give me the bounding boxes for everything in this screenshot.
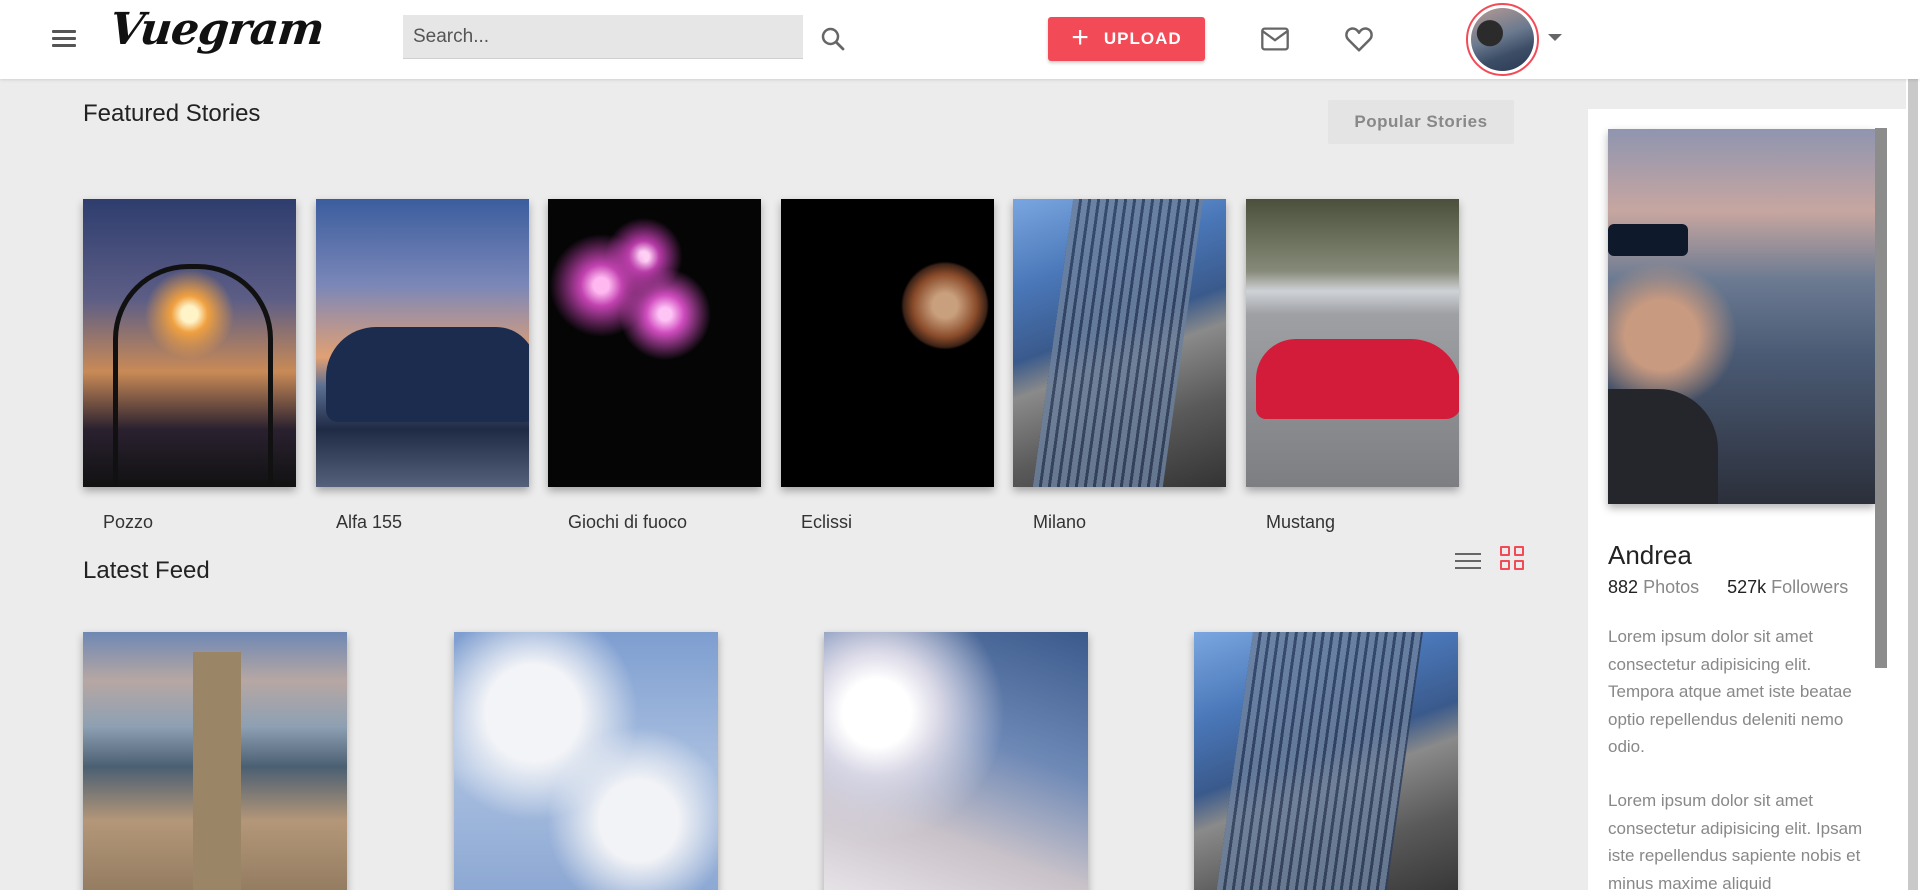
- featured-stories-title: Featured Stories: [83, 100, 261, 127]
- story-card[interactable]: Eclissi: [781, 199, 994, 533]
- heart-icon[interactable]: [1344, 25, 1374, 53]
- plus-icon: +: [1071, 20, 1090, 54]
- story-image[interactable]: [1246, 199, 1459, 487]
- grid-view-icon[interactable]: [1500, 546, 1524, 570]
- latest-feed-title: Latest Feed: [83, 557, 210, 584]
- search-icon[interactable]: [818, 24, 848, 54]
- story-caption: Giochi di fuoco: [568, 512, 688, 532]
- page-scrollbar-thumb[interactable]: [1908, 0, 1918, 890]
- photos-label: Photos: [1643, 577, 1700, 597]
- followers-stat: 527k Followers: [1727, 577, 1848, 598]
- story-card[interactable]: Alfa 155: [316, 199, 529, 533]
- user-avatar[interactable]: [1466, 3, 1539, 76]
- top-app-bar: Vuegram + UPLOAD: [0, 0, 1920, 79]
- followers-count: 527k: [1727, 577, 1767, 597]
- profile-photo[interactable]: [1608, 129, 1875, 504]
- feed-post[interactable]: [454, 632, 718, 890]
- popular-stories-button[interactable]: Popular Stories: [1328, 100, 1514, 144]
- story-image[interactable]: [548, 199, 761, 487]
- feed-post[interactable]: [1194, 632, 1458, 890]
- story-card[interactable]: Mustang: [1246, 199, 1459, 533]
- story-caption: Alfa 155: [336, 512, 403, 532]
- story-image[interactable]: [83, 199, 296, 487]
- caret-down-icon[interactable]: [1548, 34, 1562, 41]
- profile-bio: Lorem ipsum dolor sit amet consectetur a…: [1608, 627, 1852, 756]
- photos-stat: 882 Photos: [1608, 577, 1699, 598]
- page-scrollbar[interactable]: [1906, 0, 1920, 890]
- menu-icon[interactable]: [50, 26, 78, 52]
- list-view-icon[interactable]: [1455, 548, 1481, 570]
- photos-count: 882: [1608, 577, 1639, 597]
- followers-label: Followers: [1771, 577, 1849, 597]
- story-card[interactable]: Milano: [1013, 199, 1226, 533]
- profile-stats: 882 Photos 527k Followers: [1608, 577, 1848, 598]
- story-caption: Pozzo: [103, 512, 154, 532]
- search-input[interactable]: [403, 15, 803, 59]
- app-logo[interactable]: Vuegram: [107, 4, 326, 55]
- mail-icon[interactable]: [1260, 26, 1290, 52]
- story-caption: Milano: [1033, 512, 1087, 532]
- story-caption: Eclissi: [801, 512, 853, 532]
- profile-name: Andrea: [1608, 540, 1692, 570]
- story-image[interactable]: [1013, 199, 1226, 487]
- story-image[interactable]: [781, 199, 994, 487]
- story-card[interactable]: Pozzo: [83, 199, 296, 533]
- story-caption: Mustang: [1266, 512, 1336, 532]
- feed-post[interactable]: [824, 632, 1088, 890]
- profile-bio: Lorem ipsum dolor sit amet consectetur a…: [1608, 791, 1863, 890]
- upload-label: UPLOAD: [1103, 29, 1182, 48]
- feed-post[interactable]: [83, 632, 347, 890]
- story-card[interactable]: Giochi di fuoco: [548, 199, 761, 533]
- upload-button[interactable]: + UPLOAD: [1048, 17, 1205, 61]
- story-image[interactable]: [316, 199, 529, 487]
- sidebar-scrollbar[interactable]: [1875, 128, 1887, 668]
- profile-sidebar: Andrea 882 Photos 527k Followers Lorem i…: [1588, 109, 1906, 890]
